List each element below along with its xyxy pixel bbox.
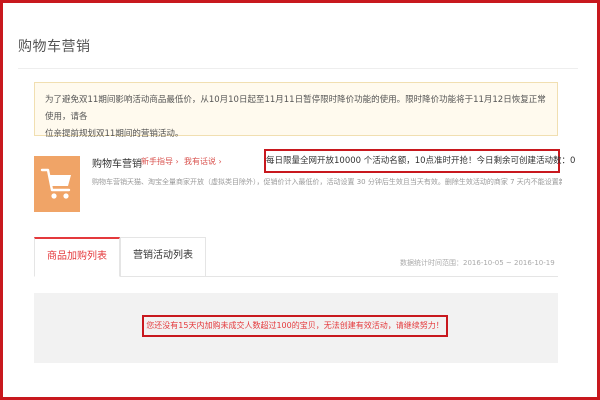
stats-date-range: 数据统计时间范围：2016-10-05 ~ 2016-10-19	[400, 259, 555, 267]
cart-tile	[34, 156, 80, 212]
empty-state-message: 您还没有15天内加购未成交人数超过100的宝贝，无法创建有效活动，请继续努力！	[142, 315, 448, 337]
notice-line-2: 位亲提前规划双11期间的营销活动。	[45, 129, 184, 139]
notice-line-1: 为了避免双11期间影响活动商品最低价，从10月10日起至11月11日暂停限时降价…	[45, 95, 546, 122]
newbie-guide-link[interactable]: 新手指导 ›	[141, 156, 179, 167]
title-divider	[18, 68, 578, 69]
product-name: 购物车营销	[92, 159, 142, 170]
product-description: 购物车营销天猫、淘宝全量商家开放（虚拟类目除外），促销价计入最低价，活动设置 3…	[92, 178, 562, 186]
quota-info-box: 每日限量全网开放10000 个活动名额，10点准时开抢！今日剩余可创建活动数：0	[264, 149, 575, 173]
page-title: 购物车营销	[18, 39, 91, 55]
shopping-cart-icon	[40, 168, 71, 199]
tab-cart-products[interactable]: 商品加购列表	[34, 237, 120, 277]
feedback-link[interactable]: 我有话说 ›	[184, 156, 222, 167]
tab-marketing-activities[interactable]: 营销活动列表	[120, 237, 206, 277]
notice-banner: 为了避免双11期间影响活动商品最低价，从10月10日起至11月11日暂停限时降价…	[34, 82, 558, 139]
